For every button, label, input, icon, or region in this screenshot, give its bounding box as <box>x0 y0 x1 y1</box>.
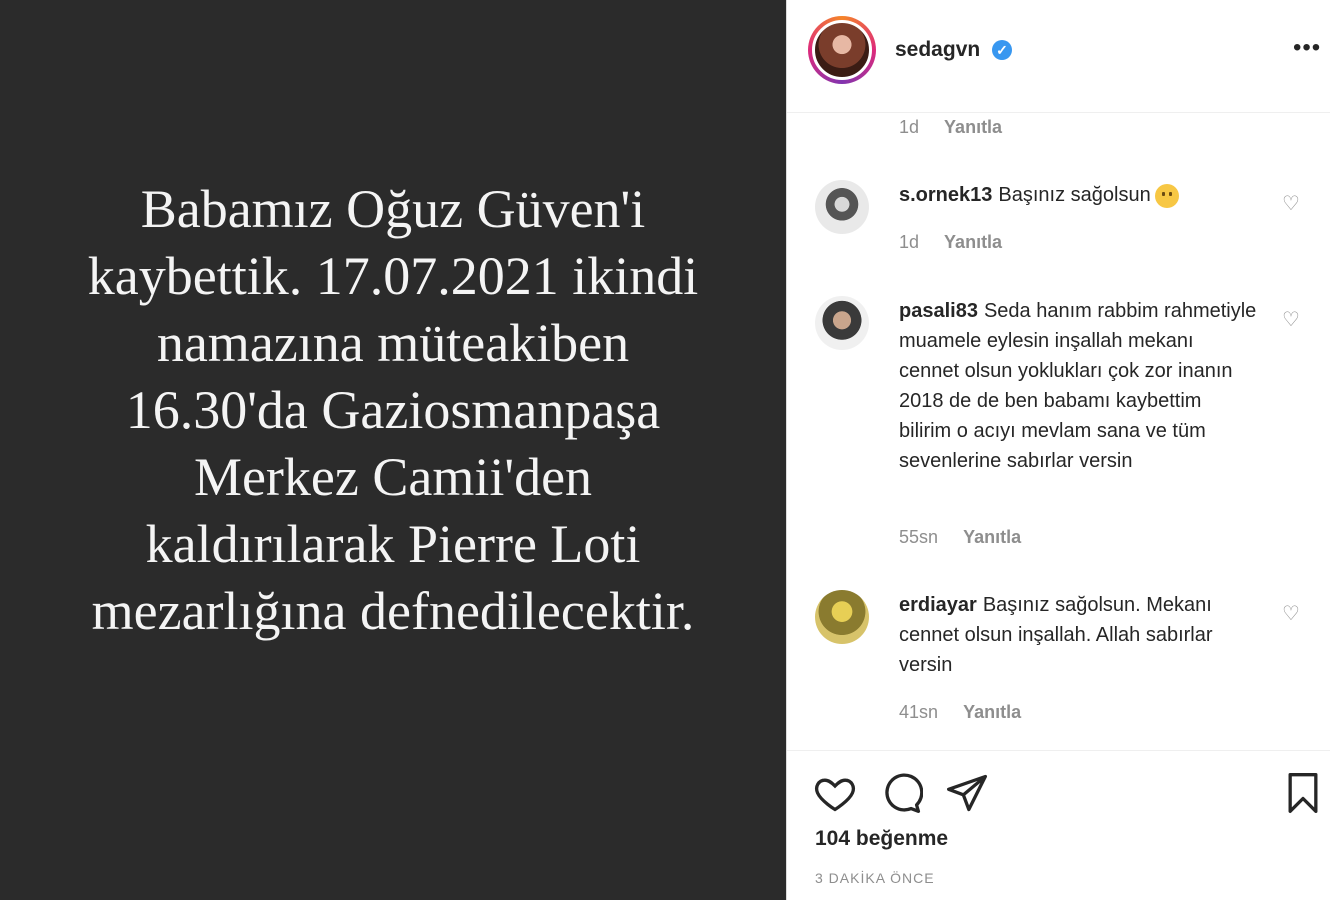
comment-body: s.ornek13 Başınız sağolsun <box>899 180 1259 210</box>
post-header: sedagvn ✓ ••• <box>787 0 1330 113</box>
comment-time: 1d <box>899 232 920 252</box>
post-actions: 104 beğenme 3 DAKİKA ÖNCE <box>787 750 1330 901</box>
heart-icon[interactable]: ♡ <box>1279 308 1303 332</box>
comment-body: erdiayar Başınız sağolsun. Mekanı cennet … <box>899 590 1259 680</box>
more-options-icon[interactable]: ••• <box>1293 34 1321 62</box>
heart-icon[interactable]: ♡ <box>1279 192 1303 216</box>
comment-meta: 1d Yanıtla <box>899 117 1002 138</box>
avatar[interactable] <box>815 180 869 234</box>
heart-icon[interactable] <box>813 771 857 815</box>
header-username[interactable]: sedagvn <box>895 38 980 62</box>
post-image: Babamız Oğuz Güven'i kaybettik. 17.07.20… <box>0 0 786 900</box>
verified-badge-icon: ✓ <box>992 40 1012 60</box>
comment-meta: 1d Yanıtla <box>899 232 1002 253</box>
reply-button[interactable]: Yanıtla <box>963 527 1021 548</box>
sad-face-icon <box>1154 183 1179 208</box>
comment-username[interactable]: erdiayar <box>899 594 977 616</box>
post-caption-text: Babamız Oğuz Güven'i kaybettik. 17.07.20… <box>87 178 699 641</box>
story-ring[interactable] <box>808 16 876 84</box>
avatar[interactable] <box>815 590 869 644</box>
reply-button[interactable]: Yanıtla <box>944 232 1002 253</box>
comment-icon[interactable] <box>879 771 923 815</box>
comment-text: Seda hanım rabbim rahmetiyle muamele eyl… <box>899 300 1257 472</box>
comment-time: 1d <box>899 117 920 137</box>
comment-username[interactable]: s.ornek13 <box>899 184 992 206</box>
comment-text: Başınız sağolsun <box>998 184 1151 206</box>
bookmark-icon[interactable] <box>1281 771 1325 815</box>
comment-username[interactable]: pasali83 <box>899 300 978 322</box>
comment-time: 41sn <box>899 702 939 722</box>
avatar[interactable] <box>812 20 872 80</box>
reply-button[interactable]: Yanıtla <box>944 117 1002 138</box>
avatar[interactable] <box>815 296 869 350</box>
comment-time: 55sn <box>899 527 939 547</box>
comment-meta: 55sn Yanıtla <box>899 527 1021 548</box>
comments-panel: sedagvn ✓ ••• 1d Yanıtla s.ornek13 Başını… <box>786 0 1330 900</box>
heart-icon[interactable]: ♡ <box>1279 602 1303 626</box>
comment-body: pasali83 Seda hanım rabbim rahmetiyle mua… <box>899 296 1259 476</box>
share-icon[interactable] <box>945 771 989 815</box>
reply-button[interactable]: Yanıtla <box>963 702 1021 723</box>
comment-meta: 41sn Yanıtla <box>899 702 1021 723</box>
post-timestamp: 3 DAKİKA ÖNCE <box>815 870 935 886</box>
like-count[interactable]: 104 beğenme <box>815 827 948 851</box>
